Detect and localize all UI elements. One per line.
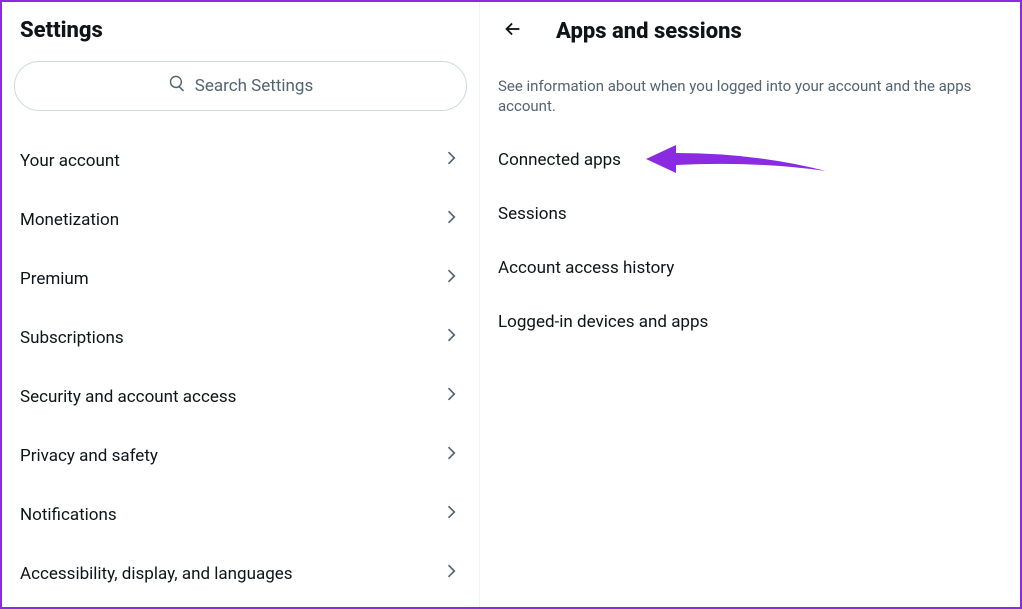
search-wrap: Search Settings — [2, 61, 479, 131]
session-item-label: Connected apps — [498, 150, 621, 170]
session-item-label: Sessions — [498, 204, 567, 224]
settings-right-panel: Apps and sessions See information about … — [480, 2, 1020, 607]
chevron-right-icon — [441, 148, 461, 173]
settings-item-label: Subscriptions — [20, 328, 124, 348]
chevron-right-icon — [441, 325, 461, 350]
settings-title: Settings — [2, 2, 479, 61]
chevron-right-icon — [441, 443, 461, 468]
settings-item-monetization[interactable]: Monetization — [2, 190, 479, 249]
back-button[interactable] — [494, 12, 532, 50]
right-list: Connected apps Sessions Account access his… — [480, 133, 1020, 349]
search-settings-input[interactable]: Search Settings — [14, 61, 467, 111]
session-item-sessions[interactable]: Sessions — [480, 187, 1020, 241]
chevron-right-icon — [441, 207, 461, 232]
session-item-label: Logged-in devices and apps — [498, 312, 708, 332]
settings-item-notifications[interactable]: Notifications — [2, 485, 479, 544]
session-item-account-access-history[interactable]: Account access history — [480, 241, 1020, 295]
settings-item-label: Your account — [20, 151, 120, 171]
search-icon — [168, 74, 195, 98]
page-title: Apps and sessions — [556, 19, 742, 44]
page-description: See information about when you logged in… — [480, 68, 1020, 133]
settings-container: Settings Search Settings Your account Mon… — [0, 0, 1022, 609]
chevron-right-icon — [441, 561, 461, 586]
session-item-logged-in-devices-and-apps[interactable]: Logged-in devices and apps — [480, 295, 1020, 349]
chevron-right-icon — [441, 384, 461, 409]
settings-left-panel: Settings Search Settings Your account Mon… — [2, 2, 480, 607]
settings-item-premium[interactable]: Premium — [2, 249, 479, 308]
chevron-right-icon — [441, 502, 461, 527]
settings-item-your-account[interactable]: Your account — [2, 131, 479, 190]
settings-item-label: Premium — [20, 269, 89, 289]
session-item-label: Account access history — [498, 258, 674, 278]
settings-item-label: Privacy and safety — [20, 446, 158, 466]
search-placeholder: Search Settings — [195, 76, 314, 96]
settings-item-accessibility-display-and-languages[interactable]: Accessibility, display, and languages — [2, 544, 479, 603]
chevron-right-icon — [441, 266, 461, 291]
settings-item-label: Accessibility, display, and languages — [20, 564, 293, 584]
settings-item-security-and-account-access[interactable]: Security and account access — [2, 367, 479, 426]
settings-item-label: Security and account access — [20, 387, 236, 407]
right-header: Apps and sessions — [480, 2, 1020, 68]
settings-item-privacy-and-safety[interactable]: Privacy and safety — [2, 426, 479, 485]
settings-item-label: Notifications — [20, 505, 117, 525]
settings-item-subscriptions[interactable]: Subscriptions — [2, 308, 479, 367]
settings-list: Your account Monetization Premium Subscript… — [2, 131, 479, 603]
arrow-left-icon — [502, 18, 524, 44]
settings-item-label: Monetization — [20, 210, 119, 230]
session-item-connected-apps[interactable]: Connected apps — [480, 133, 1020, 187]
